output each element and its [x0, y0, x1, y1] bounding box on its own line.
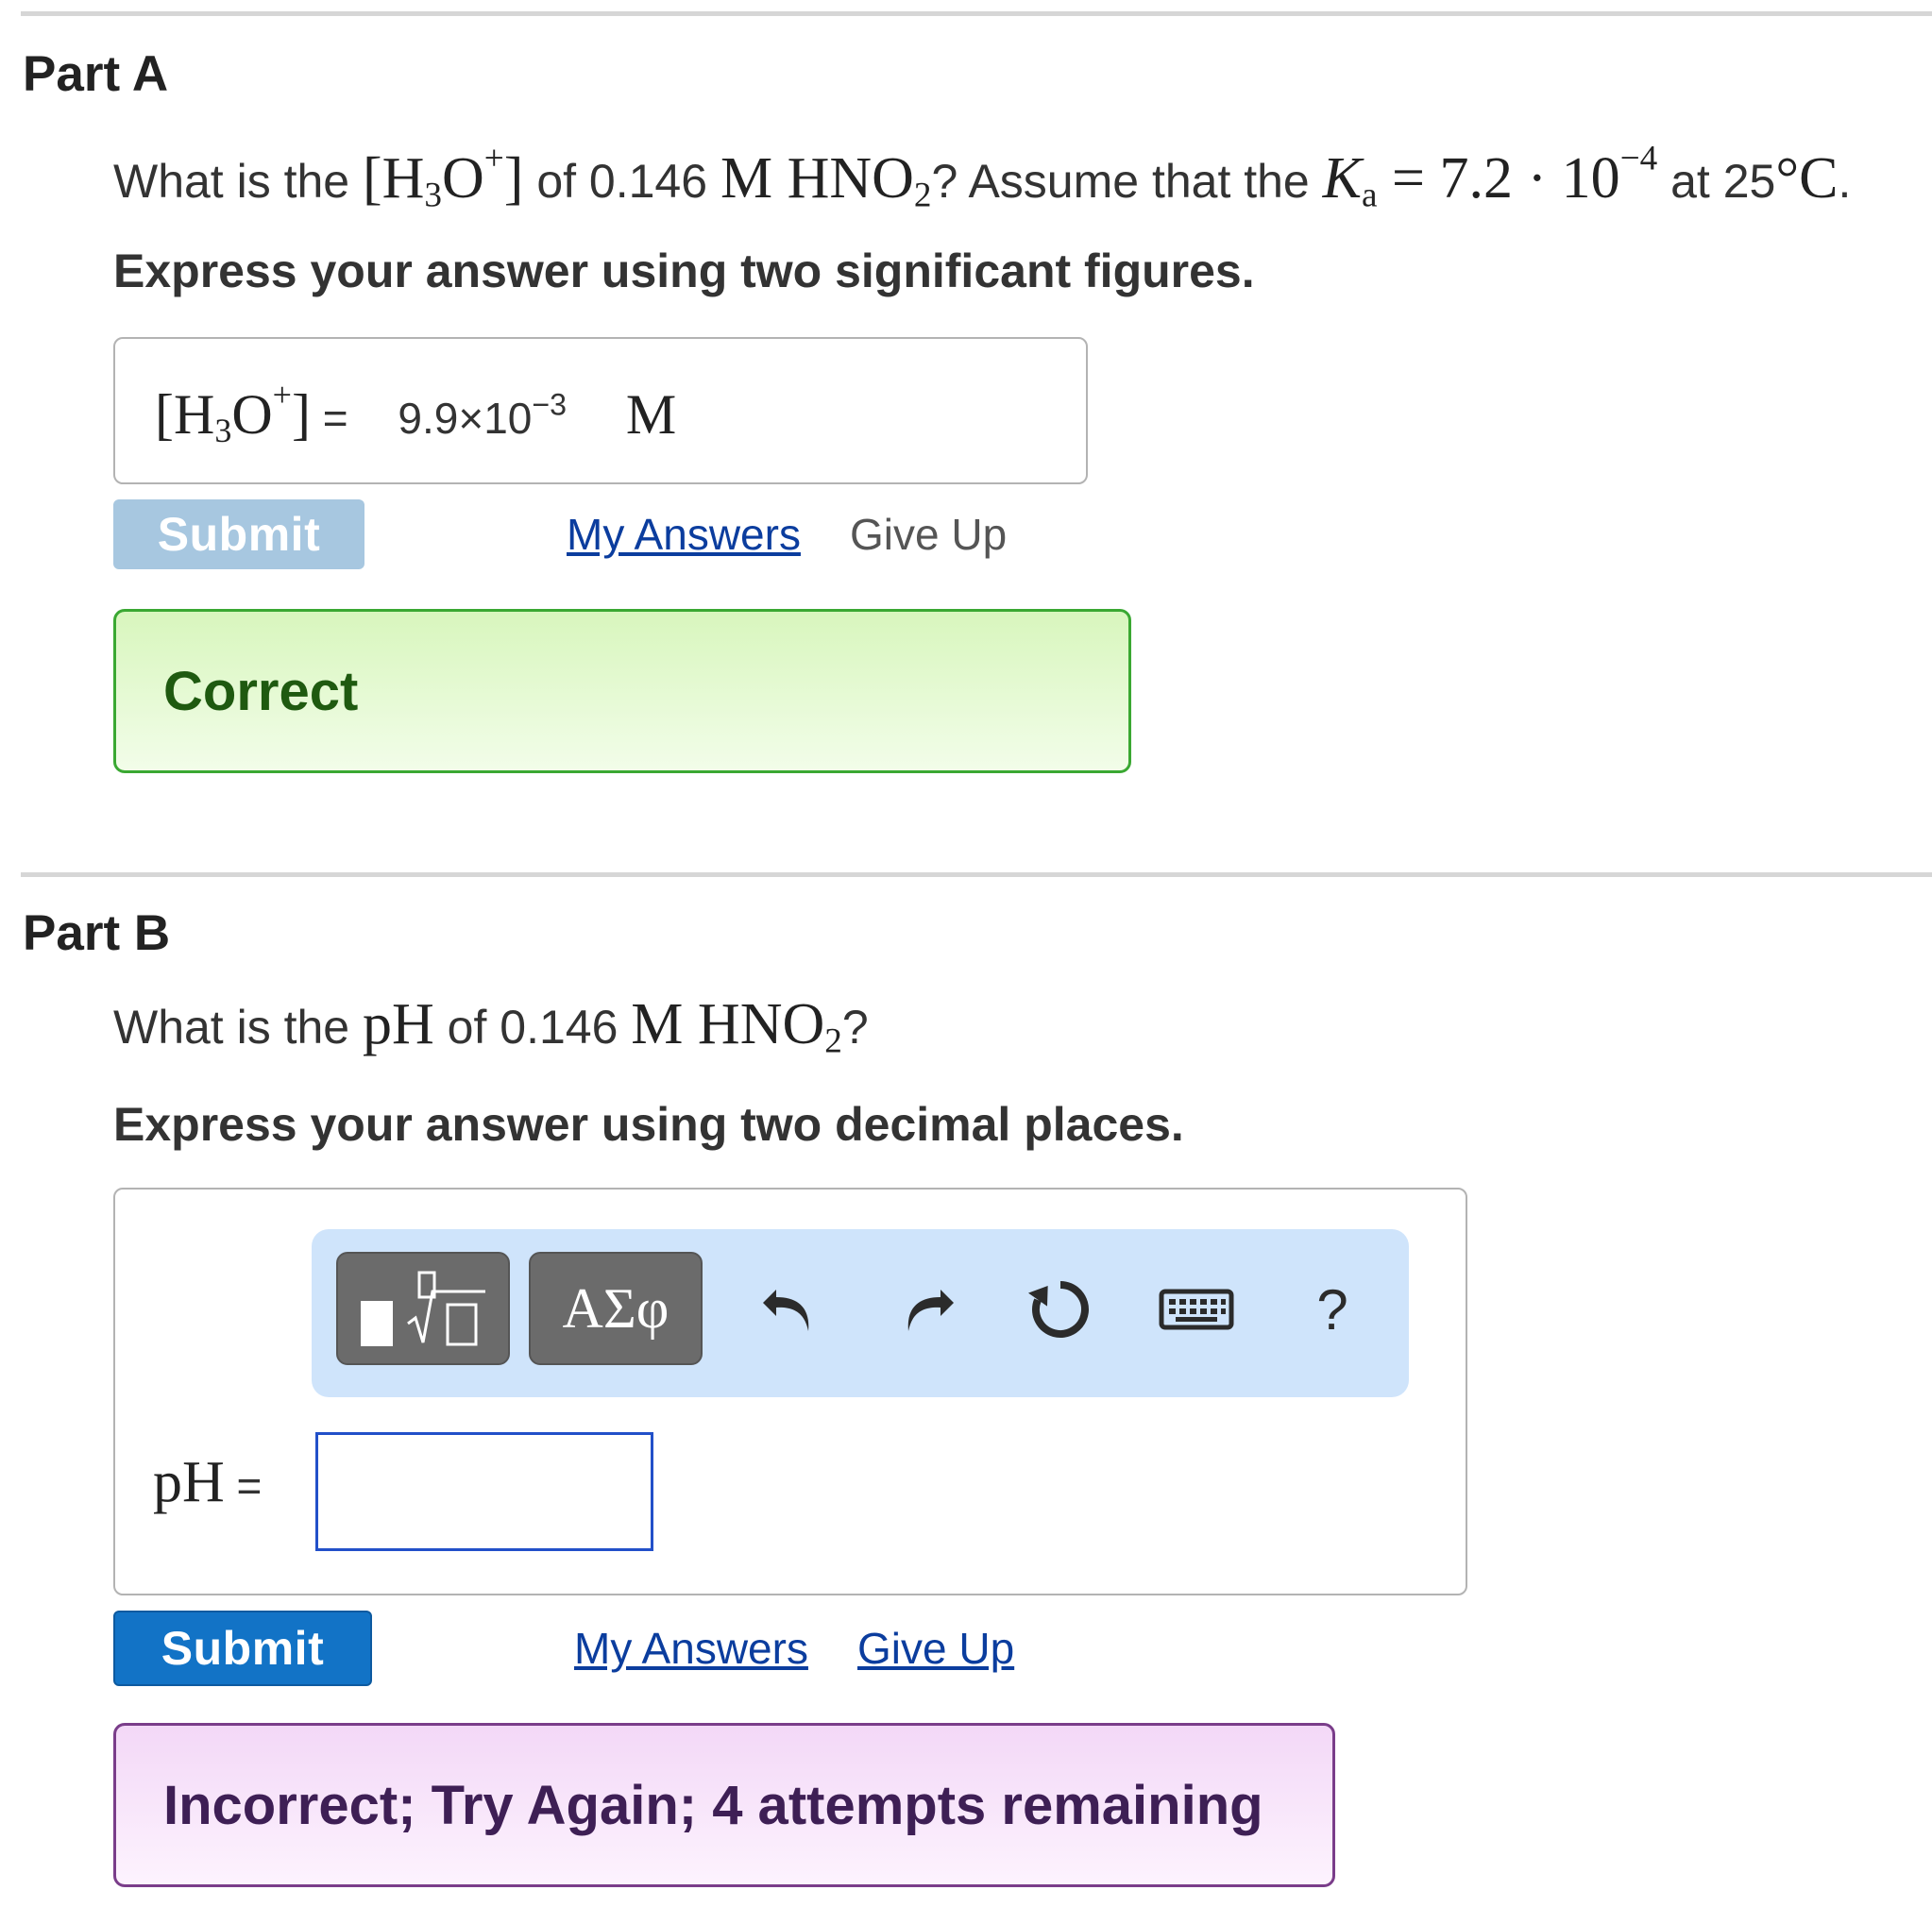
part-a-question: What is the [H3O+] of 0.146 M HNO2? Assu… — [113, 139, 1852, 215]
reset-icon[interactable] — [1018, 1267, 1103, 1352]
part-b-question: What is the pH of 0.146 M HNO2? — [113, 992, 869, 1061]
part-b-feedback-incorrect: Incorrect; Try Again; 4 attempts remaini… — [113, 1723, 1335, 1887]
greek-symbols-button[interactable]: ΑΣφ — [529, 1252, 703, 1365]
part-a-title: Part A — [23, 46, 169, 102]
part-a-submit-button[interactable]: Submit — [113, 499, 364, 569]
greek-symbols-label: ΑΣφ — [562, 1276, 669, 1340]
section-divider-top — [21, 11, 1932, 16]
part-a-answer-line: [H3O+] = 9.9×10−3 M — [155, 376, 677, 449]
part-a-feedback-text: Correct — [163, 660, 359, 722]
section-divider-middle — [21, 872, 1932, 877]
part-a-give-up-link: Give Up — [850, 510, 1008, 559]
part-a-answer-unit: M — [625, 382, 677, 446]
templates-button[interactable] — [336, 1252, 510, 1365]
part-a-my-answers-link[interactable]: My Answers — [567, 509, 801, 560]
part-b-my-answers-link[interactable]: My Answers — [574, 1623, 808, 1674]
math-toolbar: ΑΣφ ? — [312, 1229, 1409, 1397]
part-a-instruction: Express your answer using two significan… — [113, 245, 1255, 297]
undo-icon[interactable] — [748, 1267, 833, 1352]
part-b-give-up-link[interactable]: Give Up — [857, 1623, 1014, 1674]
part-b-title: Part B — [23, 905, 171, 961]
part-b-submit-button[interactable]: Submit — [113, 1611, 372, 1686]
part-b-instruction: Express your answer using two decimal pl… — [113, 1098, 1184, 1151]
redo-icon[interactable] — [884, 1267, 969, 1352]
part-b-feedback-text: Incorrect; Try Again; 4 attempts remaini… — [163, 1774, 1263, 1836]
part-a-answer-value: 9.9×10−3 — [398, 387, 568, 443]
fraction-root-template-icon — [361, 1271, 485, 1346]
ph-answer-input[interactable] — [315, 1432, 653, 1551]
part-a-answer-box: [H3O+] = 9.9×10−3 M — [113, 337, 1088, 484]
ph-label: pH = — [153, 1450, 263, 1514]
keyboard-icon[interactable] — [1154, 1267, 1239, 1352]
help-icon[interactable]: ? — [1290, 1267, 1375, 1352]
part-a-feedback-correct: Correct — [113, 609, 1131, 773]
